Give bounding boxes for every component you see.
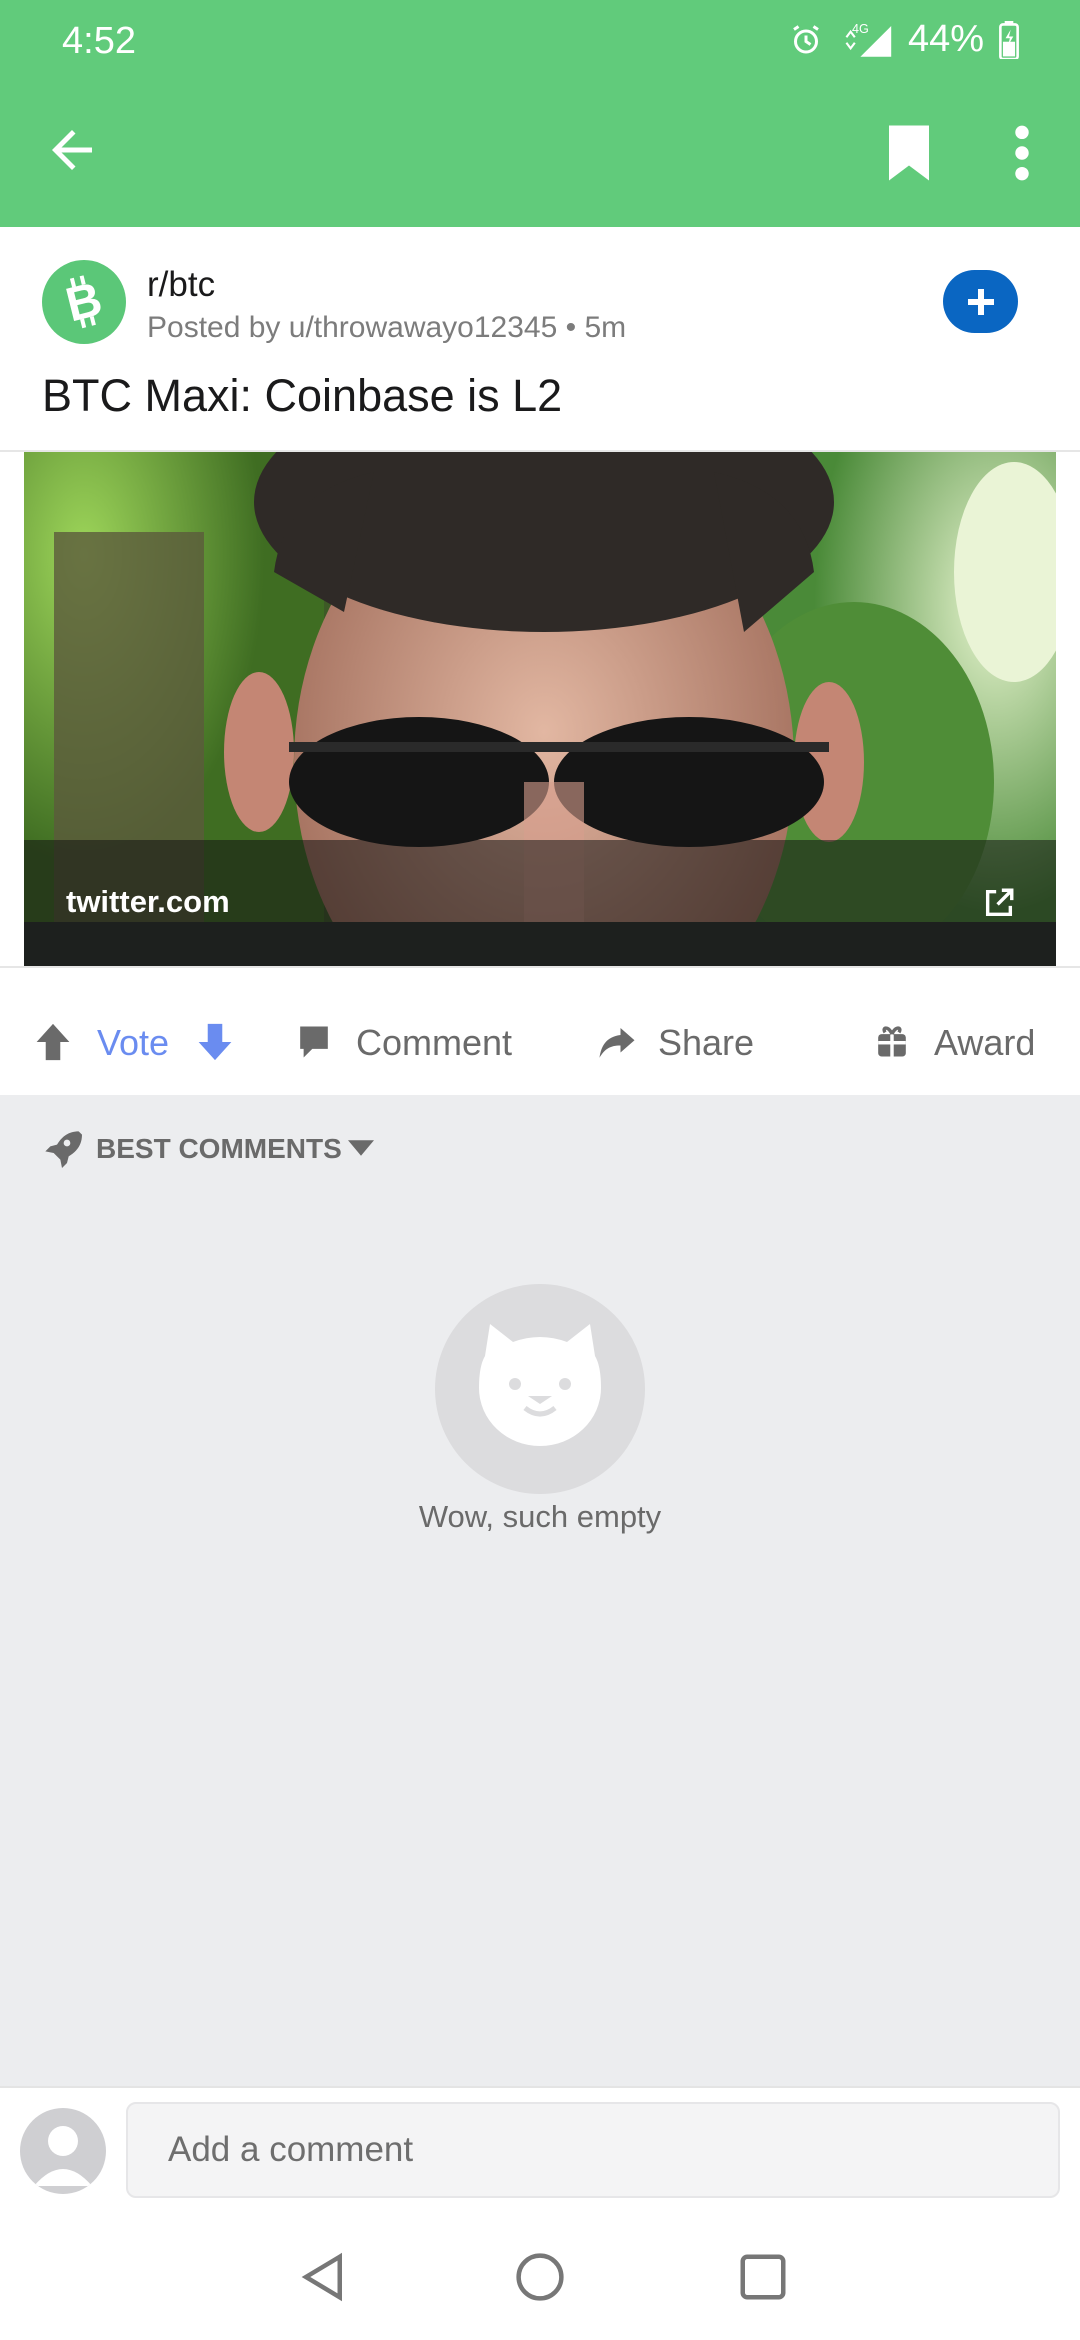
share-button[interactable]: Share — [658, 1022, 754, 1064]
join-subreddit-button[interactable] — [943, 270, 1018, 333]
dropdown-caret-icon[interactable] — [348, 1138, 374, 1158]
link-domain[interactable]: twitter.com — [66, 884, 230, 920]
post-meta[interactable]: Posted by u/throwawayo12345 • 5m — [147, 311, 626, 345]
cat-face-icon — [479, 1324, 601, 1446]
upvote-icon[interactable] — [34, 1022, 72, 1062]
svg-text:4G: 4G — [852, 22, 869, 36]
share-icon[interactable] — [596, 1020, 638, 1064]
battery-icon — [999, 20, 1019, 59]
rocket-icon[interactable] — [42, 1128, 82, 1168]
post-title: BTC Maxi: Coinbase is L2 — [42, 370, 563, 421]
subreddit-avatar[interactable]: B — [42, 260, 126, 344]
alarm-icon — [793, 24, 819, 53]
award-icon[interactable] — [874, 1022, 910, 1060]
plus-icon — [968, 289, 994, 315]
nav-recents-icon[interactable] — [736, 2250, 790, 2304]
bookmark-icon[interactable] — [884, 122, 934, 184]
status-time: 4:52 — [62, 20, 136, 62]
battery-percent: 44% — [907, 18, 984, 60]
open-external-icon[interactable] — [982, 886, 1016, 920]
comment-button[interactable]: Comment — [356, 1022, 512, 1064]
nav-home-icon[interactable] — [513, 2250, 567, 2304]
nav-back-icon[interactable] — [297, 2250, 351, 2304]
comment-icon[interactable] — [296, 1023, 332, 1061]
vote-label: Vote — [97, 1022, 170, 1063]
more-vert-icon[interactable] — [1000, 122, 1044, 184]
add-comment-input[interactable] — [126, 2102, 1060, 2198]
bitcoin-cash-icon: B — [61, 273, 107, 333]
empty-state-illustration — [435, 1284, 645, 1494]
back-arrow-icon[interactable] — [42, 120, 102, 180]
status-icons: 4G 44% — [788, 18, 1020, 61]
subreddit-name[interactable]: r/btc — [147, 265, 215, 305]
sort-comments-label[interactable]: BEST COMMENTS — [96, 1133, 342, 1165]
user-avatar[interactable] — [20, 2108, 106, 2194]
person-icon — [34, 2126, 92, 2186]
award-button[interactable]: Award — [934, 1022, 1035, 1064]
empty-state-text: Wow, such empty — [418, 1499, 662, 1534]
downvote-icon[interactable] — [196, 1022, 234, 1062]
signal-icon: 4G — [845, 22, 892, 57]
